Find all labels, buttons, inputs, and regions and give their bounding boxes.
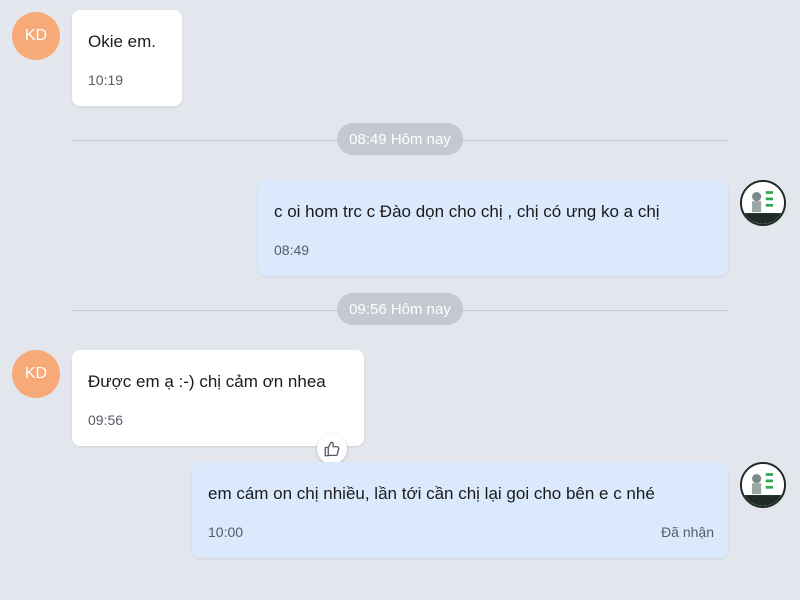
contact-avatar[interactable]: KD [12,12,60,60]
message-bubble-incoming[interactable]: Okie em. 10:19 [72,10,182,106]
chat-conversation: KD Okie em. 10:19 08:49 Hôm nay c oi hom… [0,0,800,600]
message-bubble-incoming[interactable]: Được em ạ :-) chị cảm ơn nhea 09:56 [72,350,364,446]
avatar-initials: KD [24,365,48,382]
message-text: c oi hom trc c Đào dọn cho chị , chị có … [274,202,660,221]
user-avatar-image [742,464,784,506]
avatar-initials: KD [24,27,48,44]
message-status: Đã nhận [661,524,714,540]
message-bubble-outgoing[interactable]: c oi hom trc c Đào dọn cho chị , chị có … [258,180,728,276]
message-time: 08:49 [274,242,310,258]
date-divider-label: 09:56 Hôm nay [337,293,463,325]
date-divider: 08:49 Hôm nay [72,123,728,157]
message-time: 09:56 [88,412,124,428]
message-time: 10:19 [88,72,124,88]
user-avatar[interactable] [740,180,786,226]
thumbs-up-icon[interactable] [317,434,347,464]
date-divider: 09:56 Hôm nay [72,293,728,327]
date-divider-label: 08:49 Hôm nay [337,123,463,155]
contact-avatar[interactable]: KD [12,350,60,398]
message-time: 10:00 [208,524,244,540]
message-bubble-outgoing[interactable]: em cám on chị nhiều, lần tới cần chị lại… [192,462,728,558]
user-avatar[interactable] [740,462,786,508]
user-avatar-image [742,182,784,224]
message-text: Được em ạ :-) chị cảm ơn nhea [88,372,326,391]
message-text: em cám on chị nhiều, lần tới cần chị lại… [208,484,655,503]
message-text: Okie em. [88,32,157,51]
